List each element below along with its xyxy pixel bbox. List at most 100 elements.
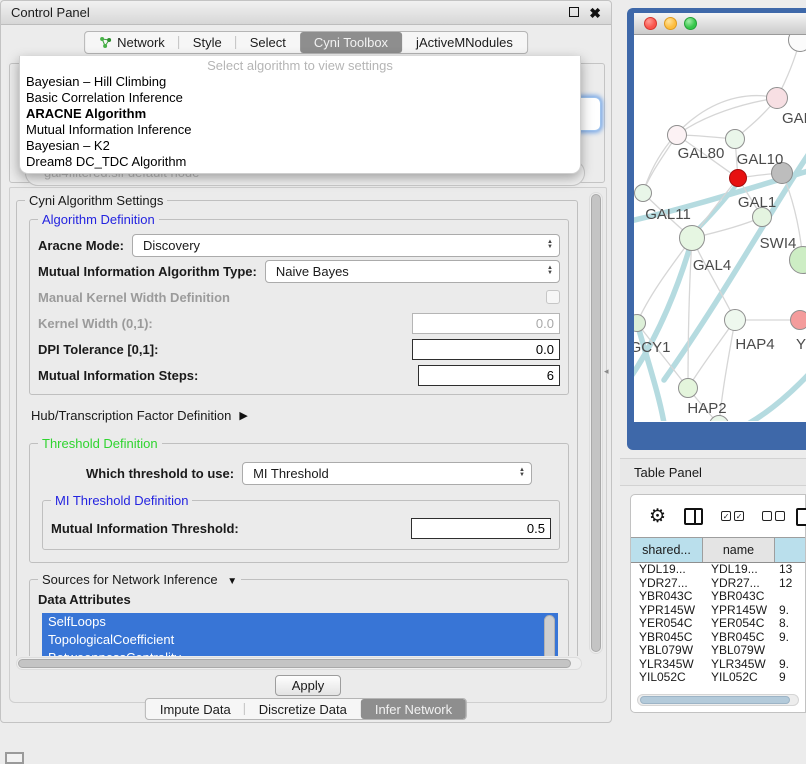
export-table-icon[interactable] xyxy=(796,508,806,526)
settings-scroll-area: Cyni Algorithm Settings Algorithm Defini… xyxy=(14,192,586,656)
stepper-arrows-icon: ▲▼ xyxy=(547,266,553,276)
table-row[interactable]: YDL19... YDL19... 13 xyxy=(631,563,805,577)
manual-kernel-width-checkbox[interactable] xyxy=(546,290,560,304)
algorithm-option[interactable]: Bayesian – Hill Climbing xyxy=(20,74,580,90)
threshold-definition-title: Threshold Definition xyxy=(38,436,162,451)
table-row[interactable]: YPR145W YPR145W 9. xyxy=(631,604,805,618)
list-scrollbar-thumb[interactable] xyxy=(544,615,555,656)
table-row[interactable]: YBR045C YBR045C 9. xyxy=(631,631,805,645)
network-node[interactable] xyxy=(790,310,806,330)
panel-splitter-handle[interactable]: ◂ xyxy=(604,366,609,377)
settings-vertical-scrollbar-thumb[interactable] xyxy=(591,194,601,652)
network-node[interactable] xyxy=(634,184,652,202)
network-node-label: HAP2 xyxy=(687,400,726,417)
network-window-titlebar xyxy=(634,13,806,35)
network-node-label: GAL80 xyxy=(678,145,725,162)
network-node[interactable] xyxy=(679,225,705,251)
table-row[interactable]: YIL052C YIL052C 9 xyxy=(631,671,805,685)
network-node-label: GAL1 xyxy=(738,194,776,211)
select-all-checks-icon[interactable]: ✓✓ xyxy=(721,511,744,521)
zoom-traffic-icon[interactable] xyxy=(684,17,697,30)
network-node[interactable] xyxy=(766,87,788,109)
minimize-traffic-icon[interactable] xyxy=(664,17,677,30)
tab-style[interactable]: Style xyxy=(179,32,236,53)
control-panel-title: Control Panel xyxy=(11,5,90,20)
network-node[interactable] xyxy=(729,169,747,187)
column-header-partial[interactable] xyxy=(775,538,805,562)
cell-name: YBL079W xyxy=(703,644,775,658)
manual-kernel-width-label: Manual Kernel Width Definition xyxy=(38,290,230,305)
cell-name: YDR27... xyxy=(703,577,775,591)
algorithm-dropdown-list: Select algorithm to view settings Bayesi… xyxy=(19,56,581,174)
column-layout-icon[interactable] xyxy=(684,508,703,525)
network-view-frame: GAL GAL80 GAL10 GAL1 GAL11 SWI4 GAL4 GCY… xyxy=(627,8,806,450)
network-node[interactable] xyxy=(724,309,746,331)
table-panel-titlebar: Table Panel xyxy=(620,458,806,486)
corner-widget-icon[interactable] xyxy=(5,752,24,764)
hub-transcription-factor-expander[interactable]: Hub/Transcription Factor Definition ▶ xyxy=(31,403,577,427)
kernel-width-label: Kernel Width (0,1): xyxy=(38,316,153,331)
cell-value: 9. xyxy=(775,604,805,618)
mi-steps-label: Mutual Information Steps: xyxy=(38,368,198,383)
table-row[interactable]: YDR27... YDR27... 12 xyxy=(631,577,805,591)
table-panel-title: Table Panel xyxy=(634,465,702,480)
tab-impute-data[interactable]: Impute Data xyxy=(146,699,245,719)
table-horizontal-scrollbar-thumb[interactable] xyxy=(640,696,790,704)
dpi-tolerance-label: DPI Tolerance [0,1]: xyxy=(38,342,158,357)
apply-button[interactable]: Apply xyxy=(275,675,341,696)
table-row[interactable]: YBL079W YBL079W xyxy=(631,644,805,658)
settings-horizontal-scrollbar-thumb[interactable] xyxy=(18,659,571,668)
cell-value: 12 xyxy=(775,577,805,591)
column-header-shared-name[interactable]: shared... xyxy=(631,538,703,562)
table-row[interactable]: YBR043C YBR043C xyxy=(631,590,805,604)
tab-jactivemnodules[interactable]: jActiveMNodules xyxy=(402,32,527,53)
mi-threshold-label: Mutual Information Threshold: xyxy=(51,521,239,536)
tab-discretize-data-label: Discretize Data xyxy=(259,702,347,717)
aracne-mode-combobox[interactable]: Discovery ▲▼ xyxy=(132,234,560,257)
tab-select[interactable]: Select xyxy=(236,32,300,53)
network-node[interactable] xyxy=(678,378,698,398)
tab-discretize-data[interactable]: Discretize Data xyxy=(245,699,361,719)
tab-infer-network[interactable]: Infer Network xyxy=(361,699,466,719)
mi-threshold-field[interactable]: 0.5 xyxy=(411,518,551,539)
sources-collapse-toggle[interactable]: Sources for Network Inference ▼ xyxy=(38,572,241,587)
mi-algorithm-type-value: Naive Bayes xyxy=(276,264,547,279)
close-traffic-icon[interactable] xyxy=(644,17,657,30)
cell-value: 9. xyxy=(775,658,805,672)
deselect-all-checks-icon[interactable] xyxy=(762,511,785,521)
network-node[interactable] xyxy=(667,125,687,145)
algorithm-option[interactable]: Basic Correlation Inference xyxy=(20,90,580,106)
expand-right-icon: ▶ xyxy=(239,409,247,422)
which-threshold-combobox[interactable]: MI Threshold ▲▼ xyxy=(242,462,532,485)
cell-name: YDL19... xyxy=(703,563,775,577)
algorithm-option[interactable]: Dream8 DC_TDC Algorithm xyxy=(20,154,580,170)
mi-steps-field[interactable]: 6 xyxy=(418,365,560,386)
float-window-button[interactable] xyxy=(569,5,579,20)
gear-icon[interactable]: ⚙ xyxy=(649,507,666,526)
cell-name: YBR043C xyxy=(703,590,775,604)
tab-network[interactable]: Network xyxy=(85,32,179,53)
network-icon xyxy=(99,36,112,49)
network-node[interactable] xyxy=(725,129,745,149)
tab-cyni-toolbox-label: Cyni Toolbox xyxy=(314,35,388,50)
mi-algorithm-type-combobox[interactable]: Naive Bayes ▲▼ xyxy=(265,260,560,283)
tab-cyni-toolbox[interactable]: Cyni Toolbox xyxy=(300,32,402,53)
algorithm-option[interactable]: Mutual Information Inference xyxy=(20,122,580,138)
cell-name: YLR345W xyxy=(703,658,775,672)
kernel-width-field[interactable]: 0.0 xyxy=(412,313,560,334)
table-row[interactable]: YLR345W YLR345W 9. xyxy=(631,658,805,672)
close-icon[interactable]: ✖ xyxy=(589,8,601,18)
algorithm-dropdown-hint: Select algorithm to view settings xyxy=(20,57,580,74)
algorithm-option[interactable]: Bayesian – K2 xyxy=(20,138,580,154)
data-attribute-item[interactable]: TopologicalCoefficient xyxy=(42,631,558,649)
float-icon xyxy=(569,7,579,17)
cell-name: YIL052C xyxy=(703,671,775,685)
dpi-tolerance-field[interactable]: 0.0 xyxy=(412,339,560,360)
tab-infer-network-label: Infer Network xyxy=(375,702,452,717)
table-row[interactable]: YER054C YER054C 8. xyxy=(631,617,805,631)
column-header-name[interactable]: name xyxy=(703,538,775,562)
data-attribute-item[interactable]: BetweennessCentrality xyxy=(42,649,558,656)
algorithm-option[interactable]: ARACNE Algorithm xyxy=(20,106,580,122)
data-attribute-item[interactable]: SelfLoops xyxy=(42,613,558,631)
network-canvas[interactable]: GAL GAL80 GAL10 GAL1 GAL11 SWI4 GAL4 GCY… xyxy=(634,35,806,421)
